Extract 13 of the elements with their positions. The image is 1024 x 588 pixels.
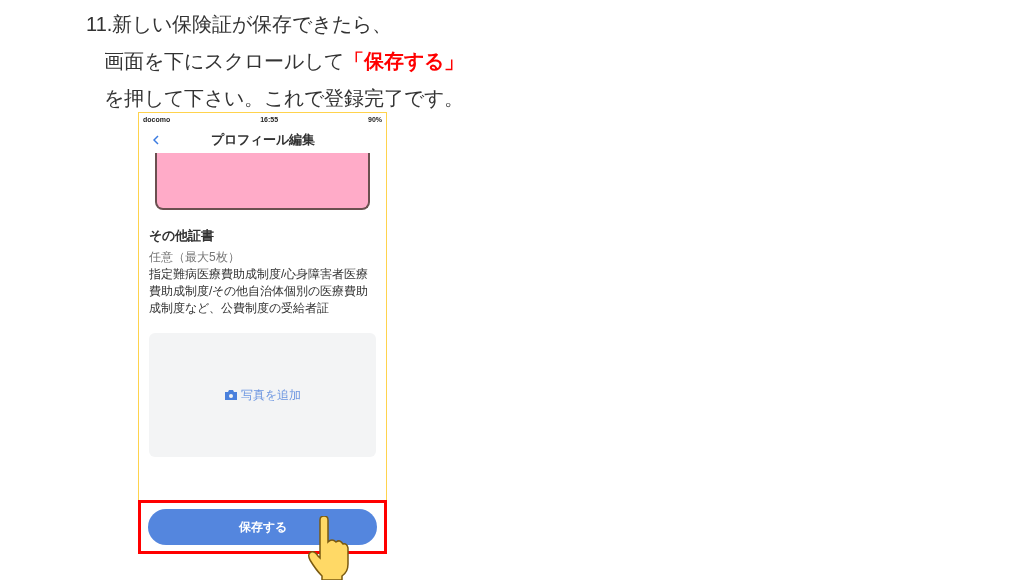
instruction-text: 11.新しい保険証が保存できたら、 [86, 12, 393, 37]
save-button[interactable]: 保存する [148, 509, 377, 545]
camera-icon [224, 389, 237, 400]
instruction-text: を押して下さい。これで登録完了です。 [104, 86, 464, 111]
add-photo-area[interactable]: 写真を追加 [149, 332, 376, 457]
screen-title: プロフィール編集 [210, 131, 315, 150]
add-photo-label: 写真を追加 [240, 386, 301, 404]
instruction-text: 画面を下にスクロールして「保存する」 [104, 49, 464, 74]
section-title: その他証書 [149, 227, 215, 245]
pointing-hand-icon [306, 516, 352, 580]
description-text: 指定難病医療費助成制度/心身障害者医療費助成制度/その他自治体個別の医療費助成制度など、公費制度の受給者証 [149, 265, 370, 317]
back-icon[interactable] [153, 135, 159, 145]
note-text: 任意（最大5枚） [149, 248, 241, 266]
